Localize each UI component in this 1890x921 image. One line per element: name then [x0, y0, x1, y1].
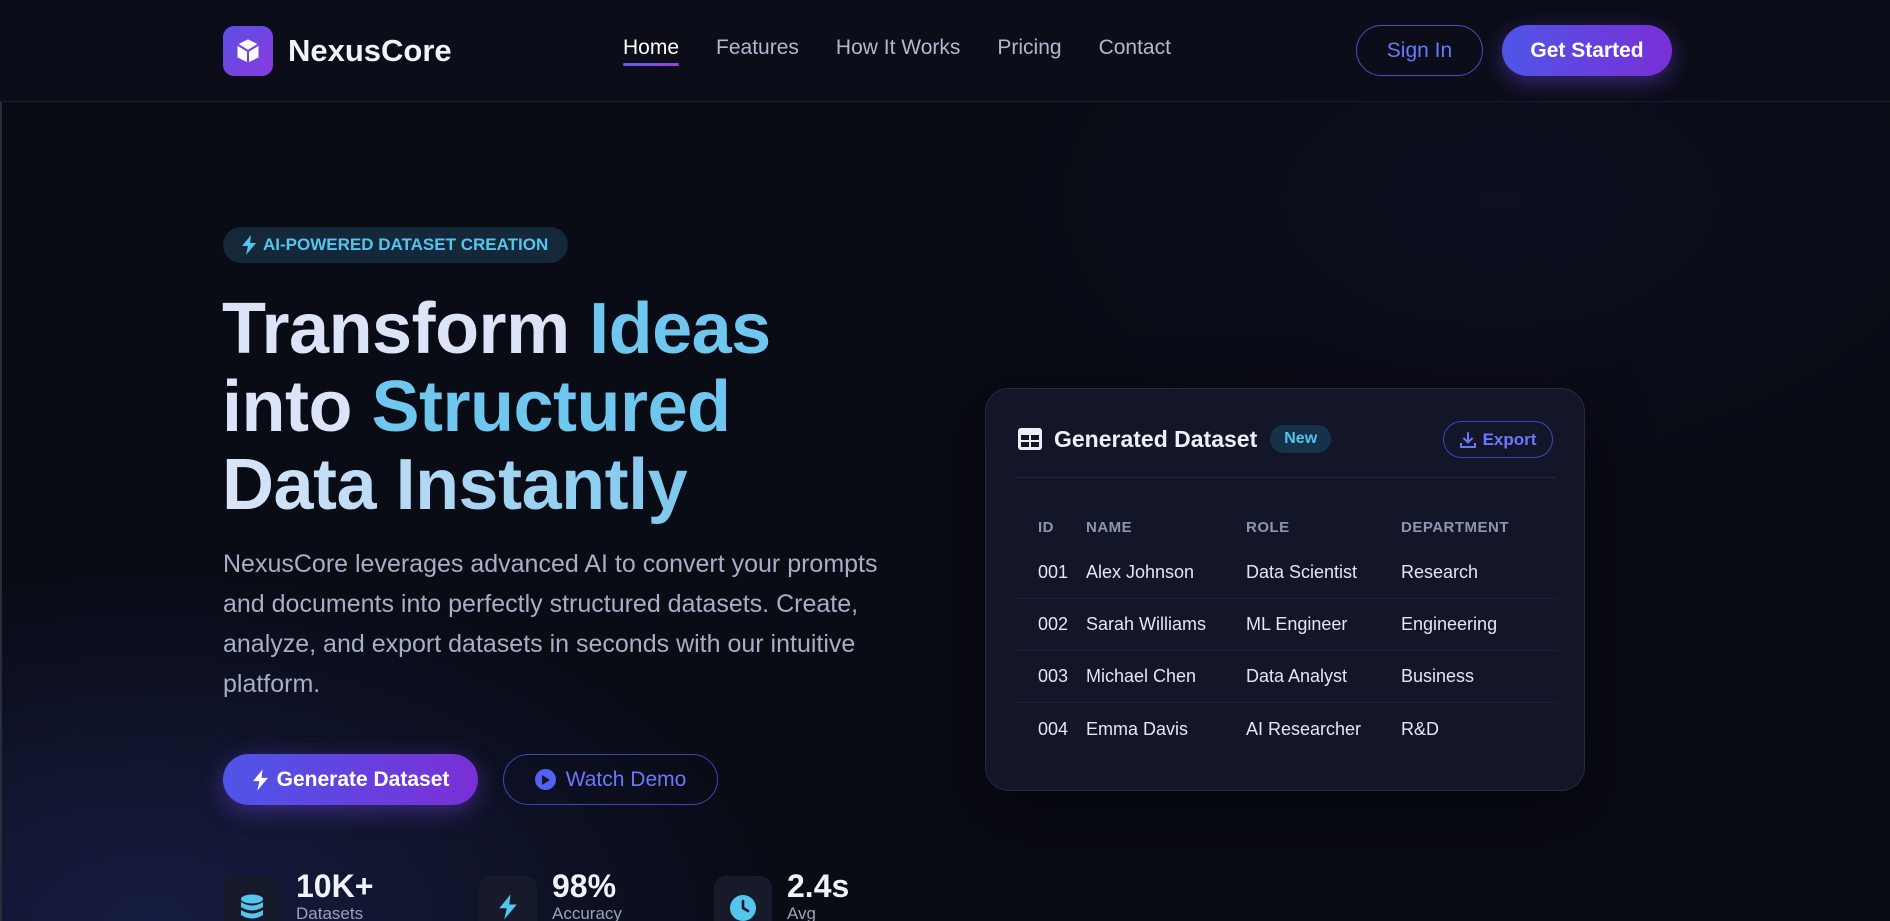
cell-id: 002: [1038, 614, 1069, 634]
database-icon: [223, 876, 281, 921]
table-row: 003 Michael Chen Data Analyst Business: [1014, 651, 1558, 703]
cell-id: 001: [1038, 562, 1069, 582]
nav-link-how-it-works[interactable]: How It Works: [836, 36, 960, 66]
cube-icon: [223, 26, 273, 76]
cell-id: 004: [1038, 718, 1069, 739]
hero-headline: Transform Ideas into Structured Data Ins…: [222, 290, 982, 524]
cell-role: ML Engineer: [1246, 614, 1348, 634]
dataset-table: ID NAME ROLE DEPARTMENT 001 Alex Johnson…: [1014, 507, 1558, 755]
nav-link-features[interactable]: Features: [716, 36, 799, 66]
stat-datasets: 10K+ Datasets: [223, 868, 373, 921]
hero-badge-label: AI-POWERED DATASET CREATION: [263, 235, 549, 254]
table-header-row: ID NAME ROLE DEPARTMENT: [1014, 507, 1558, 547]
clock-icon: [714, 876, 772, 921]
col-header-name: NAME: [1086, 518, 1133, 536]
watch-demo-button[interactable]: Watch Demo: [503, 754, 718, 805]
cell-role: Data Scientist: [1246, 562, 1358, 582]
cell-role: Data Analyst: [1246, 666, 1348, 686]
nav-links: Home Features How It Works Pricing Conta…: [623, 36, 1208, 66]
generated-dataset-card: Generated Dataset New Export ID NAME ROL…: [985, 388, 1585, 791]
cell-department: Research: [1401, 562, 1479, 582]
cell-role: AI Researcher: [1246, 718, 1362, 739]
brand-logo[interactable]: NexusCore: [223, 26, 452, 76]
stat-accuracy: 98% Accuracy: [479, 868, 622, 921]
stat-value: 10K+: [296, 868, 374, 904]
stat-value: 98%: [552, 868, 617, 904]
play-icon: [534, 769, 556, 790]
cell-name: Michael Chen: [1086, 666, 1197, 686]
stat-label: Avg: [787, 904, 816, 921]
hero-description: NexusCore leverages advanced AI to conve…: [223, 550, 878, 698]
sign-in-button[interactable]: Sign In: [1356, 25, 1483, 76]
lightning-icon: [242, 235, 256, 255]
headline-line3-text: Data Instantly: [222, 445, 688, 525]
cell-name: Sarah Williams: [1086, 614, 1207, 634]
export-button[interactable]: Export: [1443, 421, 1553, 458]
table-icon: [1018, 428, 1042, 450]
table-row: 001 Alex Johnson Data Scientist Research: [1014, 547, 1558, 599]
stat-avg-time: 2.4s Avg: [714, 868, 849, 921]
card-divider: [1014, 477, 1556, 478]
cell-department: R&D: [1401, 718, 1440, 739]
export-label: Export: [1482, 429, 1537, 449]
cell-department: Business: [1401, 666, 1475, 686]
nav-link-pricing[interactable]: Pricing: [997, 36, 1061, 66]
top-navbar: NexusCore Home Features How It Works Pri…: [0, 0, 1890, 102]
headline-line1-text: Transform: [222, 289, 590, 369]
hero-badge: AI-POWERED DATASET CREATION: [223, 227, 569, 263]
download-icon: [1459, 431, 1476, 448]
get-started-button[interactable]: Get Started: [1502, 25, 1672, 76]
headline-line2-text: into: [222, 367, 372, 447]
new-badge: New: [1270, 425, 1332, 453]
col-header-id: ID: [1038, 518, 1054, 536]
headline-line2-accent: Structured: [371, 367, 731, 447]
col-header-department: DEPARTMENT: [1401, 518, 1510, 536]
cell-department: Engineering: [1401, 614, 1498, 634]
lightning-icon: [252, 768, 268, 791]
stat-value: 2.4s: [787, 868, 850, 904]
watch-demo-label: Watch Demo: [565, 767, 687, 791]
lightning-icon: [479, 876, 537, 921]
col-header-role: ROLE: [1246, 518, 1290, 536]
generate-dataset-label: Generate Dataset: [276, 767, 450, 791]
nav-link-contact[interactable]: Contact: [1099, 36, 1171, 66]
headline-line1-accent: Ideas: [589, 289, 771, 369]
cell-name: Emma Davis: [1086, 718, 1189, 739]
table-row: 002 Sarah Williams ML Engineer Engineeri…: [1014, 599, 1558, 651]
card-title: Generated Dataset: [1054, 425, 1258, 452]
stat-label: Datasets: [296, 904, 364, 921]
card-header: Generated Dataset New: [1018, 425, 1332, 453]
stat-label: Accuracy: [552, 904, 622, 921]
brand-name: NexusCore: [288, 33, 452, 68]
generate-dataset-button[interactable]: Generate Dataset: [223, 754, 478, 805]
cell-id: 003: [1038, 666, 1069, 686]
nav-link-home[interactable]: Home: [623, 36, 680, 66]
cell-name: Alex Johnson: [1086, 562, 1195, 582]
table-row: 004 Emma Davis AI Researcher R&D: [1014, 703, 1558, 755]
